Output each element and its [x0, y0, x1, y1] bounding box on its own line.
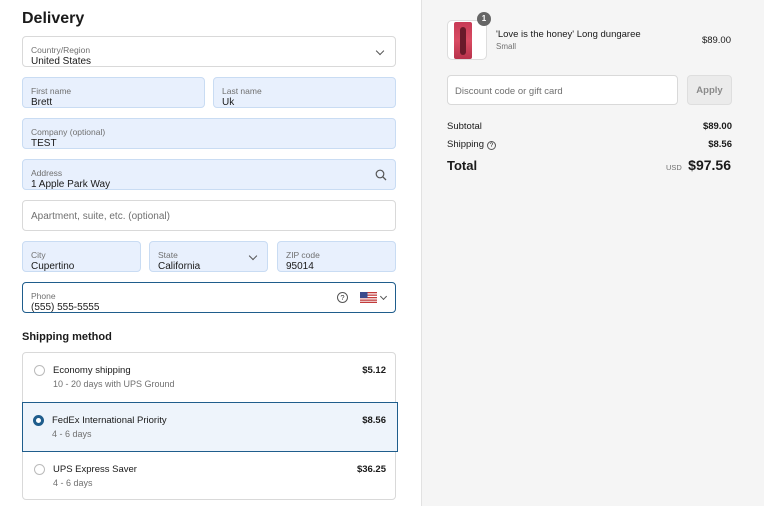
apply-button[interactable]: Apply: [687, 75, 732, 105]
product-thumbnail: [447, 20, 487, 60]
shipping-option-detail: 4 - 6 days: [53, 478, 93, 488]
delivery-panel: Delivery Country/Region United States Fi…: [0, 0, 421, 506]
shipping-label: Shipping: [447, 139, 484, 150]
last-name-value: Uk: [222, 97, 235, 108]
zip-field[interactable]: ZIP code 95014: [277, 241, 396, 272]
total-currency: USD: [666, 163, 682, 172]
product-figure: [460, 27, 466, 55]
shipping-option-price: $5.12: [362, 365, 386, 376]
subtotal-value: $89.00: [702, 121, 732, 132]
order-summary: 1 'Love is the honey' Long dungaree Smal…: [421, 0, 764, 506]
address-field[interactable]: Address 1 Apple Park Way: [22, 159, 396, 190]
product-price: $89.00: [701, 35, 731, 46]
shipping-option-detail: 4 - 6 days: [52, 429, 92, 439]
shipping-option-name: FedEx International Priority: [52, 415, 167, 426]
phone-field[interactable]: Phone (555) 555-5555 ?: [22, 282, 396, 313]
apartment-field[interactable]: Apartment, suite, etc. (optional): [22, 200, 396, 231]
us-flag-icon[interactable]: [360, 292, 377, 303]
address-value: 1 Apple Park Way: [31, 179, 111, 190]
discount-input[interactable]: Discount code or gift card: [447, 75, 678, 105]
chevron-down-icon: [375, 46, 385, 56]
shipping-value: $8.56: [708, 139, 732, 150]
chevron-down-icon: [248, 251, 258, 261]
delivery-heading: Delivery: [22, 10, 85, 27]
last-name-field[interactable]: Last name Uk: [213, 77, 396, 108]
help-icon[interactable]: ?: [337, 292, 348, 303]
shipping-option-economy[interactable]: Economy shipping 10 - 20 days with UPS G…: [23, 353, 397, 402]
company-value: TEST: [31, 138, 57, 149]
total-value: $97.56: [688, 157, 731, 173]
state-label: State: [158, 250, 178, 260]
search-icon: [375, 169, 387, 181]
shipping-heading: Shipping method: [22, 331, 112, 343]
shipping-option-name: Economy shipping: [53, 365, 131, 376]
address-label: Address: [31, 168, 63, 178]
shipping-option-name: UPS Express Saver: [53, 464, 137, 475]
shipping-option-price: $8.56: [362, 415, 386, 426]
phone-value: (555) 555-5555: [31, 302, 100, 313]
shipping-option-fedex[interactable]: FedEx International Priority 4 - 6 days …: [22, 402, 398, 452]
first-name-label: First name: [31, 86, 72, 96]
shipping-option-ups[interactable]: UPS Express Saver 4 - 6 days $36.25: [23, 452, 397, 500]
product-name: 'Love is the honey' Long dungaree: [496, 29, 641, 40]
state-select[interactable]: State California: [149, 241, 268, 272]
product-variant: Small: [496, 42, 517, 51]
zip-value: 95014: [286, 261, 314, 272]
zip-label: ZIP code: [286, 250, 320, 260]
discount-placeholder: Discount code or gift card: [455, 86, 563, 97]
radio-button[interactable]: [34, 464, 45, 475]
state-value: California: [158, 261, 201, 272]
shipping-options: Economy shipping 10 - 20 days with UPS G…: [22, 352, 398, 500]
company-field[interactable]: Company (optional) TEST: [22, 118, 396, 149]
phone-label: Phone: [31, 291, 56, 301]
first-name-value: Brett: [31, 97, 53, 108]
subtotal-label: Subtotal: [447, 121, 482, 132]
quantity-badge: 1: [477, 12, 491, 26]
country-label: Country/Region: [31, 45, 91, 55]
last-name-label: Last name: [222, 86, 262, 96]
country-value: United States: [31, 56, 92, 67]
total-label: Total: [447, 158, 478, 173]
shipping-option-detail: 10 - 20 days with UPS Ground: [53, 379, 175, 389]
shipping-option-price: $36.25: [356, 464, 386, 475]
city-field[interactable]: City Cupertino: [22, 241, 141, 272]
country-select[interactable]: Country/Region United States: [22, 36, 396, 67]
city-value: Cupertino: [31, 261, 75, 272]
first-name-field[interactable]: First name Brett: [22, 77, 205, 108]
apartment-placeholder: Apartment, suite, etc. (optional): [31, 211, 170, 222]
radio-button[interactable]: [34, 365, 45, 376]
company-label: Company (optional): [31, 127, 106, 137]
help-icon[interactable]: ?: [486, 141, 496, 150]
city-label: City: [31, 250, 46, 260]
chevron-down-icon: [379, 292, 388, 301]
radio-button[interactable]: [33, 415, 44, 426]
